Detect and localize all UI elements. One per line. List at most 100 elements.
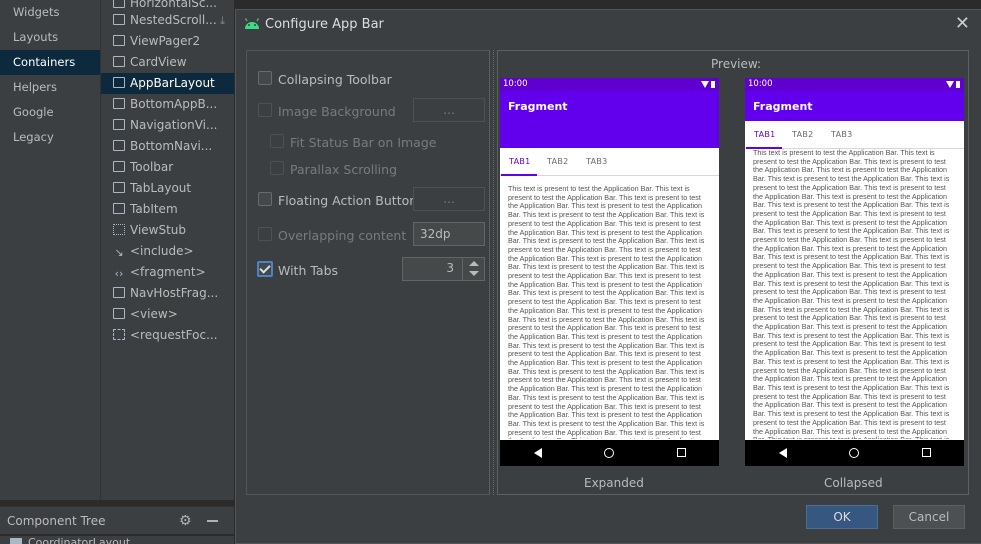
overlapping-content-input[interactable]: 32dp — [413, 222, 485, 246]
back-icon — [534, 448, 542, 458]
tab-indicator — [501, 174, 537, 176]
palette-list: HorizontalSc... NestedScroll... ⤓ ViewPag… — [100, 0, 234, 500]
increment-arrow-icon[interactable] — [469, 261, 479, 266]
fit-status-bar-label: Fit Status Bar on Image — [290, 135, 437, 150]
image-background-label: Image Background — [278, 104, 396, 119]
collapsed-phone-preview: 10:00 Fragment TAB1 TAB2 TAB3 This text … — [745, 78, 964, 466]
floating-action-button-label: Floating Action Button — [278, 193, 418, 208]
app-bar-title: Fragment — [753, 100, 813, 113]
tab-3: TAB3 — [831, 130, 853, 139]
status-bar: 10:00 — [500, 78, 719, 91]
category-layouts[interactable]: Layouts — [0, 25, 100, 50]
category-containers[interactable]: Containers — [0, 50, 100, 75]
category-legacy[interactable]: Legacy — [0, 125, 100, 150]
component-tree-header: Component Tree ⚙ — [0, 506, 234, 534]
category-google[interactable]: Google — [0, 100, 100, 125]
palette-item-viewpager2[interactable]: ViewPager2 — [101, 31, 234, 52]
palette-categories: Widgets Layouts Containers Helpers Googl… — [0, 0, 100, 500]
app-bar-collapsed: Fragment — [745, 91, 964, 121]
collapsed-caption: Collapsed — [824, 476, 883, 490]
palette-item-tablayout[interactable]: TabLayout — [101, 178, 234, 199]
bottom-appbar-icon — [113, 98, 125, 109]
overlapping-content-checkbox[interactable] — [258, 227, 272, 241]
palette-item-include[interactable]: ↘ <include> — [101, 241, 234, 262]
parallax-scrolling-checkbox[interactable] — [270, 161, 284, 175]
tab-1: TAB1 — [509, 157, 531, 166]
decrement-arrow-icon[interactable] — [469, 271, 479, 276]
tab-3: TAB3 — [586, 157, 608, 166]
floating-action-button-checkbox[interactable] — [258, 192, 272, 206]
category-widgets[interactable]: Widgets — [0, 0, 100, 25]
palette-item-fragment[interactable]: ‹› <fragment> — [101, 262, 234, 283]
palette-item-tabitem[interactable]: TabItem — [101, 199, 234, 220]
home-icon — [604, 448, 614, 458]
gear-icon[interactable]: ⚙ — [179, 507, 192, 535]
close-icon[interactable]: ✕ — [955, 14, 970, 34]
expanded-caption: Expanded — [584, 476, 644, 490]
battery-icon — [956, 81, 960, 88]
component-tree-title: Component Tree — [7, 514, 106, 528]
download-icon[interactable]: ⤓ — [220, 10, 225, 31]
palette-item-appbarlayout[interactable]: AppBarLayout — [101, 73, 234, 94]
preview-label: Preview: — [711, 57, 762, 71]
tab-2: TAB2 — [547, 157, 569, 166]
back-icon — [779, 448, 787, 458]
ok-button[interactable]: OK — [806, 505, 878, 529]
palette-item-navhost[interactable]: NavHostFrag... — [101, 283, 234, 304]
bottom-navigation-icon — [113, 140, 125, 151]
category-helpers[interactable]: Helpers — [0, 75, 100, 100]
tab-count-spinner[interactable]: 3 — [402, 257, 485, 281]
view-icon — [113, 308, 125, 319]
android-icon — [244, 18, 260, 29]
palette-item-cardview[interactable]: CardView — [101, 52, 234, 73]
navigation-view-icon — [113, 119, 125, 130]
cancel-button[interactable]: Cancel — [893, 505, 965, 529]
image-background-button[interactable]: ... — [413, 98, 485, 122]
status-time: 10:00 — [748, 79, 773, 89]
wifi-icon — [946, 81, 954, 88]
content-text: This text is present to test the Applica… — [508, 185, 705, 439]
status-bar: 10:00 — [745, 78, 964, 91]
navhost-icon — [113, 287, 125, 298]
palette-item-bottom-navigation[interactable]: BottomNavi... — [101, 136, 234, 157]
recents-icon — [677, 448, 686, 457]
expanded-phone-preview: 10:00 Fragment TAB1 TAB2 TAB3 This text … — [500, 78, 719, 466]
viewpager-icon — [113, 35, 125, 46]
floating-action-button-button[interactable]: ... — [413, 187, 485, 211]
toolbar-icon — [113, 161, 125, 172]
cardview-icon — [113, 56, 125, 67]
image-background-checkbox[interactable] — [258, 103, 272, 117]
component-tree-row[interactable]: CoordinatorLayout — [0, 536, 234, 544]
nested-scroll-icon — [113, 14, 125, 25]
appbar-icon — [113, 77, 125, 88]
tab-count-value: 3 — [446, 261, 454, 275]
minimize-icon[interactable] — [207, 520, 218, 522]
tab-2: TAB2 — [792, 130, 814, 139]
include-icon: ↘ — [114, 246, 124, 259]
app-bar-title: Fragment — [508, 100, 568, 113]
spinner-arrows[interactable] — [462, 258, 484, 280]
tab-strip: TAB1 TAB2 TAB3 — [745, 121, 964, 149]
tabitem-icon — [113, 203, 125, 214]
home-icon — [849, 448, 859, 458]
palette-item-request-focus[interactable]: <requestFoc... — [101, 325, 234, 346]
recents-icon — [922, 448, 931, 457]
configure-app-bar-dialog: Configure App Bar ✕ Collapsing Toolbar I… — [235, 9, 981, 544]
palette-item-toolbar[interactable]: Toolbar — [101, 157, 234, 178]
fragment-icon: ‹› — [114, 267, 124, 280]
collapsing-toolbar-label: Collapsing Toolbar — [278, 72, 392, 87]
palette-item-bottom-appbar[interactable]: BottomAppB... — [101, 94, 234, 115]
parallax-scrolling-label: Parallax Scrolling — [290, 162, 398, 177]
palette-item-navigation-view[interactable]: NavigationVi... — [101, 115, 234, 136]
palette-item-view[interactable]: <view> — [101, 304, 234, 325]
palette-item-viewstub[interactable]: ViewStub — [101, 220, 234, 241]
with-tabs-checkbox[interactable] — [257, 261, 273, 277]
collapsing-toolbar-checkbox[interactable] — [258, 71, 272, 85]
horizontal-scroll-icon — [113, 0, 125, 8]
fit-status-bar-checkbox[interactable] — [270, 134, 284, 148]
panel-divider — [493, 50, 494, 495]
palette-item-nested-scroll[interactable]: NestedScroll... ⤓ — [101, 10, 234, 31]
layout-icon — [10, 538, 22, 544]
tablayout-icon — [113, 182, 125, 193]
viewstub-icon — [113, 224, 125, 235]
